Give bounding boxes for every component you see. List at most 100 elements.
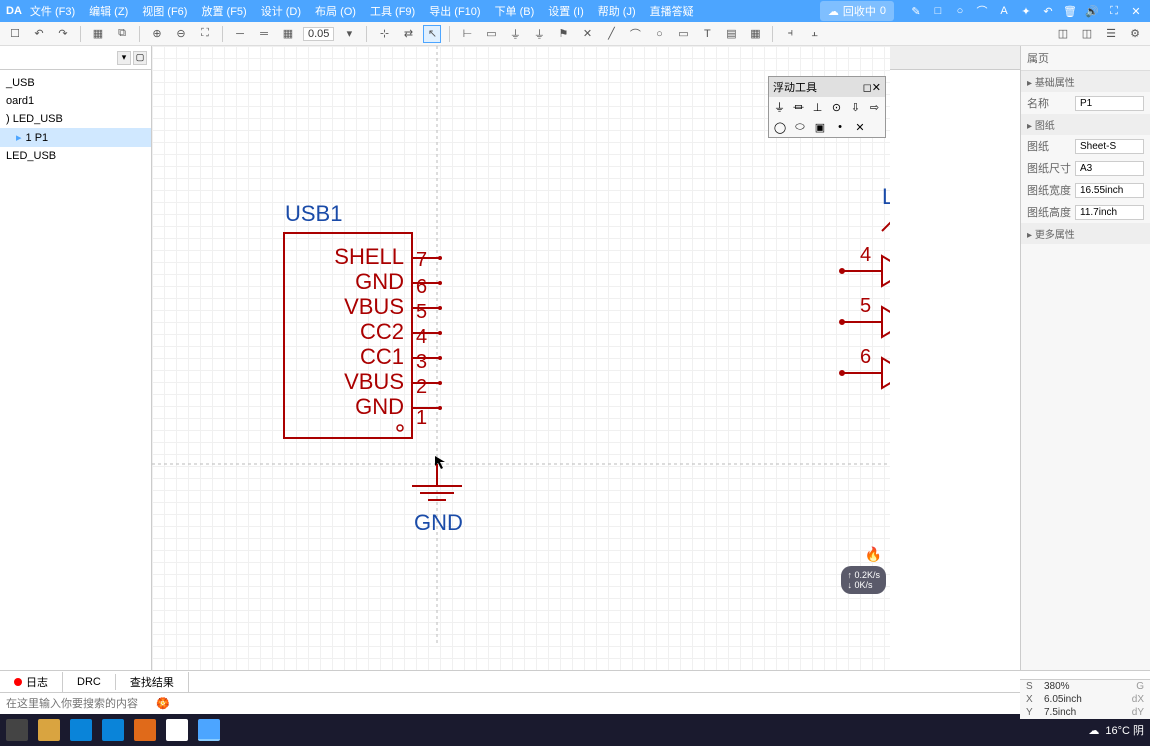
- square-icon[interactable]: □: [930, 3, 946, 19]
- ftool-vcc[interactable]: ⏛: [792, 100, 805, 114]
- pencil-icon[interactable]: ✎: [908, 3, 924, 19]
- menu-view[interactable]: 视图 (F6): [142, 3, 187, 19]
- close-icon[interactable]: ✕: [1128, 3, 1144, 19]
- taskbar-explorer[interactable]: [38, 719, 60, 741]
- bottom-drc[interactable]: DRC: [63, 674, 116, 690]
- cursor-icon[interactable]: ↖: [423, 25, 441, 43]
- ftool-x[interactable]: ✕: [853, 120, 867, 134]
- bottom-find[interactable]: 查找结果: [116, 672, 189, 692]
- taskbar-app3[interactable]: [198, 719, 220, 741]
- image-icon[interactable]: ▤: [722, 25, 740, 43]
- panel1-icon[interactable]: ◫: [1054, 25, 1072, 43]
- menu-tools[interactable]: 工具 (F9): [370, 3, 415, 19]
- prop-name-value[interactable]: P1: [1075, 96, 1144, 111]
- flip-icon[interactable]: ⇄: [399, 25, 417, 43]
- distribute-icon[interactable]: ⫠: [805, 25, 823, 43]
- circle-icon[interactable]: ○: [952, 3, 968, 19]
- menu-place[interactable]: 放置 (F5): [201, 3, 246, 19]
- prop-sheet-value[interactable]: Sheet-S: [1075, 139, 1144, 154]
- grid2-icon[interactable]: ▦: [279, 25, 297, 43]
- filter-icon[interactable]: ☰: [1102, 25, 1120, 43]
- port-icon[interactable]: ▭: [482, 25, 500, 43]
- flag-icon[interactable]: ⚑: [554, 25, 572, 43]
- rect-icon[interactable]: ▭: [674, 25, 692, 43]
- menu-file[interactable]: 文件 (F3): [30, 3, 75, 19]
- gnd-icon[interactable]: ⏚: [530, 25, 548, 43]
- tree-item[interactable]: ) LED_USB: [0, 110, 151, 128]
- menu-order[interactable]: 下单 (B): [495, 3, 535, 19]
- menu-settings[interactable]: 设置 (I): [548, 3, 583, 19]
- ftool-box[interactable]: ▣: [813, 120, 827, 134]
- redo-btn[interactable]: ↷: [54, 25, 72, 43]
- grid-icon[interactable]: ▦: [89, 25, 107, 43]
- prop-size-value[interactable]: A3: [1075, 161, 1144, 176]
- ftool-in[interactable]: ⇩: [849, 100, 862, 114]
- props-section-sheet[interactable]: ▸ 图纸: [1021, 114, 1150, 135]
- menu-export[interactable]: 导出 (F10): [429, 3, 480, 19]
- zoom-out-icon[interactable]: ⊖: [172, 25, 190, 43]
- tree-item[interactable]: _USB: [0, 74, 151, 92]
- expand-icon[interactable]: ⛶: [1106, 3, 1122, 19]
- ftool-gnd[interactable]: ⏚: [773, 100, 786, 114]
- props-section-more[interactable]: ▸ 更多属性: [1021, 223, 1150, 244]
- noconn-icon[interactable]: ✕: [578, 25, 596, 43]
- wire-icon[interactable]: ─: [231, 25, 249, 43]
- ftool-port[interactable]: ⊙: [830, 100, 843, 114]
- bus-icon[interactable]: ═: [255, 25, 273, 43]
- ftool-net[interactable]: ⊥: [811, 100, 824, 114]
- ftool-oval[interactable]: ◯: [773, 120, 787, 134]
- taskbar-app2[interactable]: [166, 719, 188, 741]
- ftool-out[interactable]: ⇨: [868, 100, 881, 114]
- floating-tools[interactable]: 浮动工具 ◻ ✕ ⏚ ⏛ ⊥ ⊙ ⇩ ⇨ ◯ ⬭ ▣ • ✕: [768, 76, 886, 138]
- table-icon[interactable]: ▦: [746, 25, 764, 43]
- copy-icon[interactable]: ⧉: [113, 25, 131, 43]
- float-header[interactable]: 浮动工具 ◻ ✕: [769, 77, 885, 97]
- arc-icon[interactable]: ⌒: [974, 3, 990, 19]
- align-icon[interactable]: ⫞: [781, 25, 799, 43]
- props-section-basic[interactable]: ▸ 基础属性: [1021, 71, 1150, 92]
- tree-tab1[interactable]: ▾: [117, 51, 131, 65]
- taskbar-edge[interactable]: [70, 719, 92, 741]
- text-icon[interactable]: A: [996, 3, 1012, 19]
- panel2-icon[interactable]: ◫: [1078, 25, 1096, 43]
- new-icon[interactable]: ☐: [6, 25, 24, 43]
- menu-layout[interactable]: 布局 (O): [315, 3, 356, 19]
- taskbar-ie[interactable]: [102, 719, 124, 741]
- taskbar-weather[interactable]: ☁ 16°C 阴: [1088, 722, 1144, 738]
- menu-design[interactable]: 设计 (D): [261, 3, 301, 19]
- gear-icon[interactable]: ⚙: [1126, 25, 1144, 43]
- circle2-icon[interactable]: ○: [650, 25, 668, 43]
- search-input[interactable]: [4, 696, 150, 712]
- undo-icon[interactable]: ↶: [1040, 3, 1056, 19]
- prop-width-value[interactable]: 16.55inch: [1075, 183, 1144, 198]
- trash-icon[interactable]: 🗑: [1062, 3, 1078, 19]
- undo-btn[interactable]: ↶: [30, 25, 48, 43]
- tree-item[interactable]: oard1: [0, 92, 151, 110]
- float-pin-icon[interactable]: ◻: [863, 81, 872, 94]
- fit-icon[interactable]: ⛶: [196, 25, 214, 43]
- taskbar-app1[interactable]: [6, 719, 28, 741]
- ftool-dot[interactable]: •: [833, 120, 847, 134]
- taskbar-firefox[interactable]: [134, 719, 156, 741]
- tree-item[interactable]: LED_USB: [0, 147, 151, 165]
- cloud-status[interactable]: ☁ 回收中 0: [820, 1, 894, 21]
- schematic-canvas[interactable]: USB1 SHELL GND VBUS CC2 CC1 VBUS GND 7 6…: [152, 46, 890, 670]
- bottom-log[interactable]: 日志: [0, 672, 63, 692]
- netlabel-icon[interactable]: ⊢: [458, 25, 476, 43]
- power-icon[interactable]: ⏚: [506, 25, 524, 43]
- prop-height-value[interactable]: 11.7inch: [1075, 205, 1144, 220]
- float-close-icon[interactable]: ✕: [872, 81, 881, 94]
- menu-edit[interactable]: 编辑 (Z): [89, 3, 128, 19]
- wand-icon[interactable]: ✦: [1018, 3, 1034, 19]
- line-icon[interactable]: ╱: [602, 25, 620, 43]
- arc2-icon[interactable]: ⌒: [626, 25, 644, 43]
- sound-icon[interactable]: 🔊: [1084, 3, 1100, 19]
- zoom-in-icon[interactable]: ⊕: [148, 25, 166, 43]
- grid-unit[interactable]: ▾: [340, 25, 358, 43]
- ftool-left[interactable]: ⬭: [793, 120, 807, 134]
- text2-icon[interactable]: T: [698, 25, 716, 43]
- tree-tab2[interactable]: ▢: [133, 51, 147, 65]
- tree-item-selected[interactable]: ▸1 P1: [0, 128, 151, 147]
- menu-help[interactable]: 帮助 (J): [598, 3, 636, 19]
- crosshair-icon[interactable]: ⊹: [375, 25, 393, 43]
